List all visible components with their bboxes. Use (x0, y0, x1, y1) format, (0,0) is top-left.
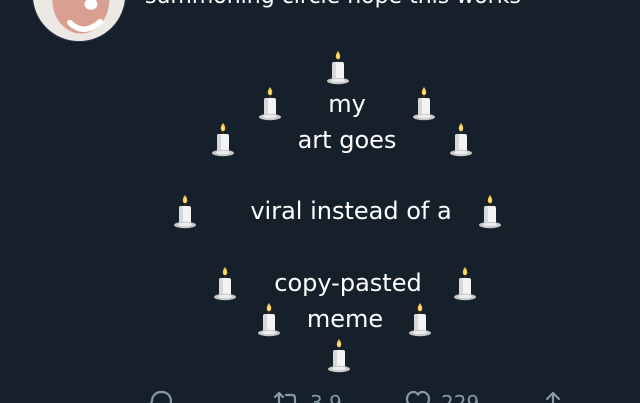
candle-icon (171, 194, 199, 230)
text-my: my (328, 90, 366, 118)
retweet-icon (273, 391, 297, 403)
candle-icon (325, 338, 353, 374)
text-art-goes: art goes (297, 126, 397, 154)
candle-icon (256, 86, 284, 122)
tweet-actions: 3.9 229 (0, 388, 640, 403)
retweet-button[interactable]: 3.9 (272, 388, 342, 403)
candle-icon (410, 86, 438, 122)
reply-button[interactable] (146, 388, 176, 403)
like-button[interactable]: 229 (403, 388, 479, 403)
text-meme: meme (306, 305, 384, 333)
tweet-text-top: summoning circle hope this works (145, 0, 521, 10)
candle-icon (324, 50, 352, 86)
like-count: 229 (441, 391, 480, 403)
candle-icon (255, 302, 283, 338)
reply-icon (150, 390, 173, 403)
candle-icon (476, 194, 504, 230)
text-copy-pasted: copy-pasted (274, 269, 422, 297)
share-icon (545, 391, 561, 403)
share-button[interactable] (538, 388, 568, 403)
candle-icon (211, 266, 239, 302)
candle-icon (406, 302, 434, 338)
avatar-image (33, 0, 125, 41)
candle-icon (447, 122, 475, 158)
candle-icon (451, 266, 479, 302)
retweet-count: 3.9 (310, 391, 342, 403)
text-viral-instead: viral instead of a (250, 197, 452, 225)
heart-icon (405, 390, 431, 403)
candle-icon (209, 122, 237, 158)
tweet-author-avatar[interactable] (32, 0, 126, 42)
